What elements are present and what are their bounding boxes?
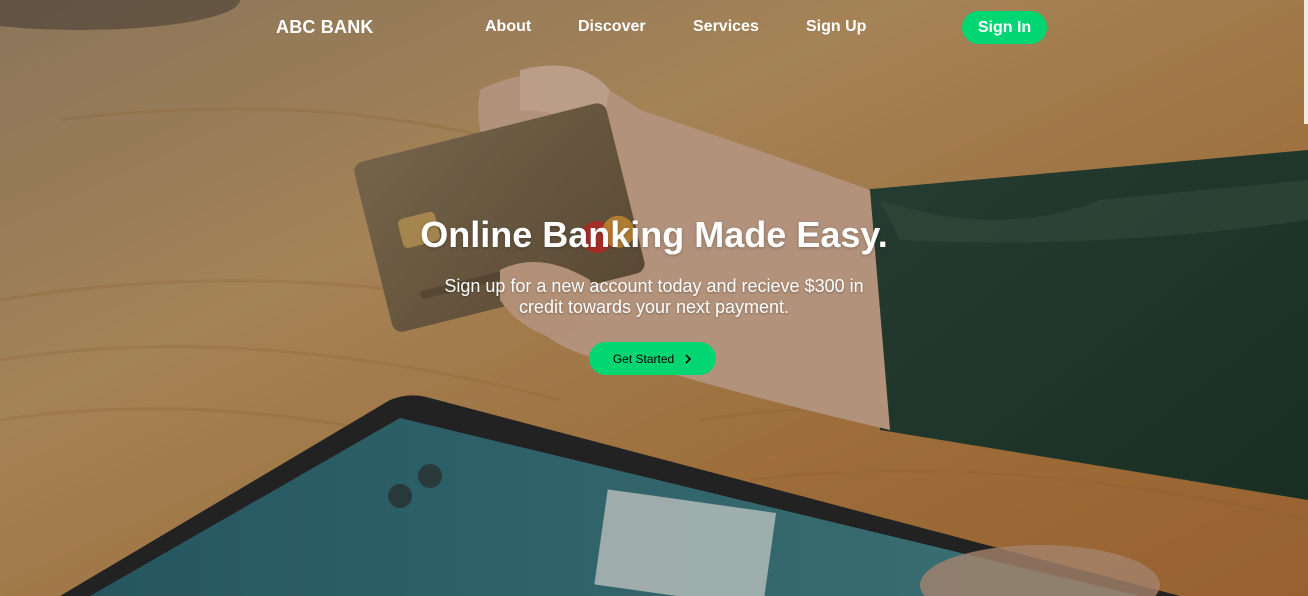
hero-section: ABC BANK About Discover Services Sign Up…	[0, 0, 1308, 596]
hero-headline: Online Banking Made Easy.	[420, 214, 888, 255]
nav-link-about[interactable]: About	[485, 18, 531, 36]
top-navbar: ABC BANK About Discover Services Sign Up…	[0, 0, 1308, 54]
nav-link-discover[interactable]: Discover	[578, 18, 646, 36]
chevron-right-icon	[684, 353, 692, 364]
nav-link-sign-up[interactable]: Sign Up	[806, 18, 866, 36]
nav-link-services[interactable]: Services	[693, 18, 759, 36]
page-scrollbar[interactable]	[1304, 0, 1308, 124]
sign-in-button[interactable]: Sign In	[962, 11, 1047, 44]
hero-subtext: Sign up for a new account today and reci…	[444, 276, 864, 317]
get-started-button[interactable]: Get Started	[589, 342, 716, 375]
get-started-label: Get Started	[612, 351, 675, 366]
brand-logo[interactable]: ABC BANK	[276, 17, 374, 38]
